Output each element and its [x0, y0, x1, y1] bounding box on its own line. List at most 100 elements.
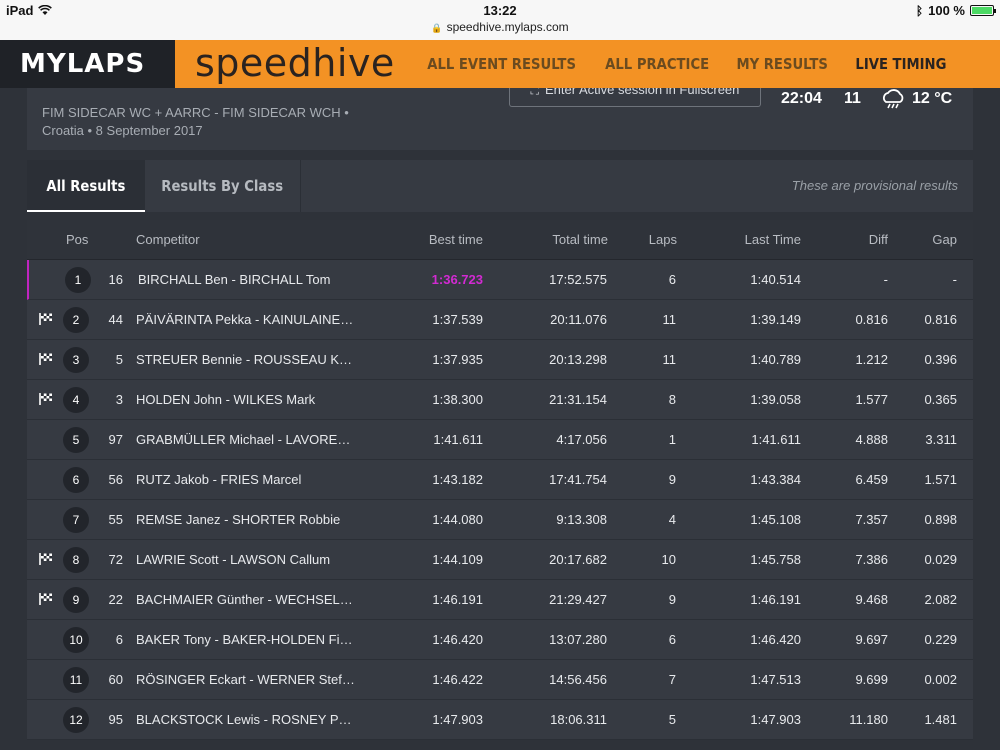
checkered-flag-icon — [38, 352, 54, 366]
header-last-time[interactable]: Last Time — [745, 232, 801, 247]
best-time: 1:44.109 — [432, 552, 483, 567]
competitor-name[interactable]: GRABMÜLLER Michael - LAVORE… — [136, 432, 350, 447]
total-time: 20:13.298 — [549, 352, 607, 367]
competitor-name[interactable]: RÖSINGER Eckart - WERNER Stef… — [136, 672, 355, 687]
header-total-time[interactable]: Total time — [552, 232, 608, 247]
competitor-name[interactable]: PÄIVÄRINTA Pekka - KAINULAINE… — [136, 312, 353, 327]
competitor-number: 60 — [108, 672, 123, 687]
table-row[interactable]: 6 56 RUTZ Jakob - FRIES Marcel 1:43.182 17:4… — [27, 460, 973, 500]
competitor-number: 5 — [115, 352, 123, 367]
tab-all-results[interactable]: All Results — [27, 160, 145, 212]
last-time: 1:39.058 — [750, 392, 801, 407]
header-gap[interactable]: Gap — [932, 232, 957, 247]
diff: - — [883, 272, 888, 287]
logo-text: MYLAPS — [20, 49, 146, 79]
header-orange-bar: speedhive ALL EVENT RESULTS ALL PRACTICE… — [175, 40, 1000, 88]
table-row[interactable]: 5 97 GRABMÜLLER Michael - LAVORE… 1:41.611 4… — [27, 420, 973, 460]
competitor-number: 22 — [108, 592, 123, 607]
position-badge: 9 — [63, 587, 89, 613]
competitor-name[interactable]: BIRCHALL Ben - BIRCHALL Tom — [138, 272, 330, 287]
table-row[interactable]: 9 22 BACHMAIER Günther - WECHSEL… 1:46.191 2… — [27, 580, 973, 620]
total-time: 21:29.427 — [549, 592, 607, 607]
tab-results-by-class-label: Results By Class — [161, 177, 284, 195]
main-nav: ALL EVENT RESULTS ALL PRACTICE MY RESULT… — [407, 55, 946, 73]
header-best-time[interactable]: Best time — [429, 232, 483, 247]
laps: 1 — [668, 432, 676, 447]
best-time: 1:43.182 — [432, 472, 483, 487]
session-count: 11 — [844, 90, 861, 107]
competitor-name[interactable]: RUTZ Jakob - FRIES Marcel — [136, 472, 301, 487]
mylaps-logo[interactable]: MYLAPS — [0, 40, 175, 88]
total-time: 21:31.154 — [549, 392, 607, 407]
last-time: 1:39.149 — [750, 312, 801, 327]
speedhive-brand[interactable]: speedhive — [195, 41, 395, 85]
table-row[interactable]: 11 60 RÖSINGER Eckart - WERNER Stef… 1:46.4… — [27, 660, 973, 700]
table-row[interactable]: 8 72 LAWRIE Scott - LAWSON Callum 1:44.109 2… — [27, 540, 973, 580]
last-time: 1:47.513 — [750, 672, 801, 687]
diff: 1.212 — [855, 352, 888, 367]
results-tabs: All Results Results By Class These are p… — [27, 160, 973, 212]
header-competitor[interactable]: Competitor — [136, 232, 200, 247]
checkered-flag-icon — [38, 552, 54, 566]
nav-all-event-results[interactable]: ALL EVENT RESULTS — [427, 55, 576, 73]
address-bar[interactable]: 🔒 speedhive.mylaps.com — [0, 20, 1000, 34]
provisional-note: These are provisional results — [791, 178, 958, 193]
gap: 0.002 — [924, 672, 957, 687]
table-row[interactable]: 10 6 BAKER Tony - BAKER-HOLDEN Fi… 1:46.420… — [27, 620, 973, 660]
gap: 0.396 — [924, 352, 957, 367]
best-time: 1:41.611 — [433, 432, 483, 447]
tab-all-results-label: All Results — [46, 177, 126, 195]
laps: 10 — [661, 552, 676, 567]
event-title-line2: Croatia • 8 September 2017 — [42, 123, 203, 138]
checkered-flag-icon — [38, 312, 54, 326]
position-badge: 11 — [63, 667, 89, 693]
competitor-number: 97 — [108, 432, 123, 447]
diff: 11.180 — [849, 712, 888, 727]
nav-my-results[interactable]: MY RESULTS — [736, 55, 827, 73]
competitor-number: 95 — [108, 712, 123, 727]
competitor-name[interactable]: REMSE Janez - SHORTER Robbie — [136, 512, 340, 527]
competitor-number: 44 — [108, 312, 123, 327]
table-row[interactable]: 4 3 HOLDEN John - WILKES Mark 1:38.300 21:31… — [27, 380, 973, 420]
competitor-name[interactable]: BAKER Tony - BAKER-HOLDEN Fi… — [136, 632, 352, 647]
diff: 9.699 — [855, 672, 888, 687]
header-pos[interactable]: Pos — [66, 232, 88, 247]
bluetooth-icon: ᛒ — [915, 3, 924, 18]
event-title-line1: FIM SIDECAR WC + AARRC - FIM SIDECAR WCH… — [42, 105, 349, 120]
competitor-name[interactable]: HOLDEN John - WILKES Mark — [136, 392, 315, 407]
competitor-name[interactable]: BLACKSTOCK Lewis - ROSNEY P… — [136, 712, 352, 727]
best-time: 1:44.080 — [432, 512, 483, 527]
header-laps[interactable]: Laps — [649, 232, 677, 247]
table-row[interactable]: 2 44 PÄIVÄRINTA Pekka - KAINULAINE… 1:37.53… — [27, 300, 973, 340]
ios-status-bar: iPad 13:22 🔒 speedhive.mylaps.com ᛒ 100 % — [0, 0, 1000, 40]
tab-results-by-class[interactable]: Results By Class — [145, 160, 301, 212]
lock-icon: 🔒 — [431, 23, 443, 33]
competitor-name[interactable]: BACHMAIER Günther - WECHSEL… — [136, 592, 353, 607]
table-row[interactable]: 1 16 BIRCHALL Ben - BIRCHALL Tom 1:36.723 17… — [27, 260, 973, 300]
nav-live-timing[interactable]: LIVE TIMING — [855, 55, 946, 73]
diff: 7.357 — [855, 512, 888, 527]
position-badge: 2 — [63, 307, 89, 333]
position-badge: 10 — [63, 627, 89, 653]
expand-icon: ⛶ — [530, 88, 540, 97]
best-time: 1:47.903 — [432, 712, 483, 727]
fullscreen-button[interactable]: ⛶ Enter Active session in Fullscreen — [509, 88, 761, 107]
total-time: 13:07.280 — [549, 632, 607, 647]
laps: 6 — [668, 632, 676, 647]
position-badge: 4 — [63, 387, 89, 413]
competitor-name[interactable]: LAWRIE Scott - LAWSON Callum — [136, 552, 330, 567]
table-row[interactable]: 7 55 REMSE Janez - SHORTER Robbie 1:44.080 9… — [27, 500, 973, 540]
header-diff[interactable]: Diff — [869, 232, 888, 247]
nav-all-practice[interactable]: ALL PRACTICE — [605, 55, 709, 73]
last-time: 1:45.108 — [750, 512, 801, 527]
table-row[interactable]: 3 5 STREUER Bennie - ROUSSEAU K… 1:37.935 20… — [27, 340, 973, 380]
diff: 0.816 — [855, 312, 888, 327]
checkered-flag-icon — [38, 592, 54, 606]
address-url: speedhive.mylaps.com — [446, 20, 569, 34]
laps: 7 — [668, 672, 676, 687]
competitor-name[interactable]: STREUER Bennie - ROUSSEAU K… — [136, 352, 352, 367]
table-row[interactable]: 12 95 BLACKSTOCK Lewis - ROSNEY P… 1:47.903… — [27, 700, 973, 740]
best-time: 1:36.723 — [431, 272, 483, 287]
position-badge: 7 — [63, 507, 89, 533]
last-time: 1:40.514 — [750, 272, 801, 287]
